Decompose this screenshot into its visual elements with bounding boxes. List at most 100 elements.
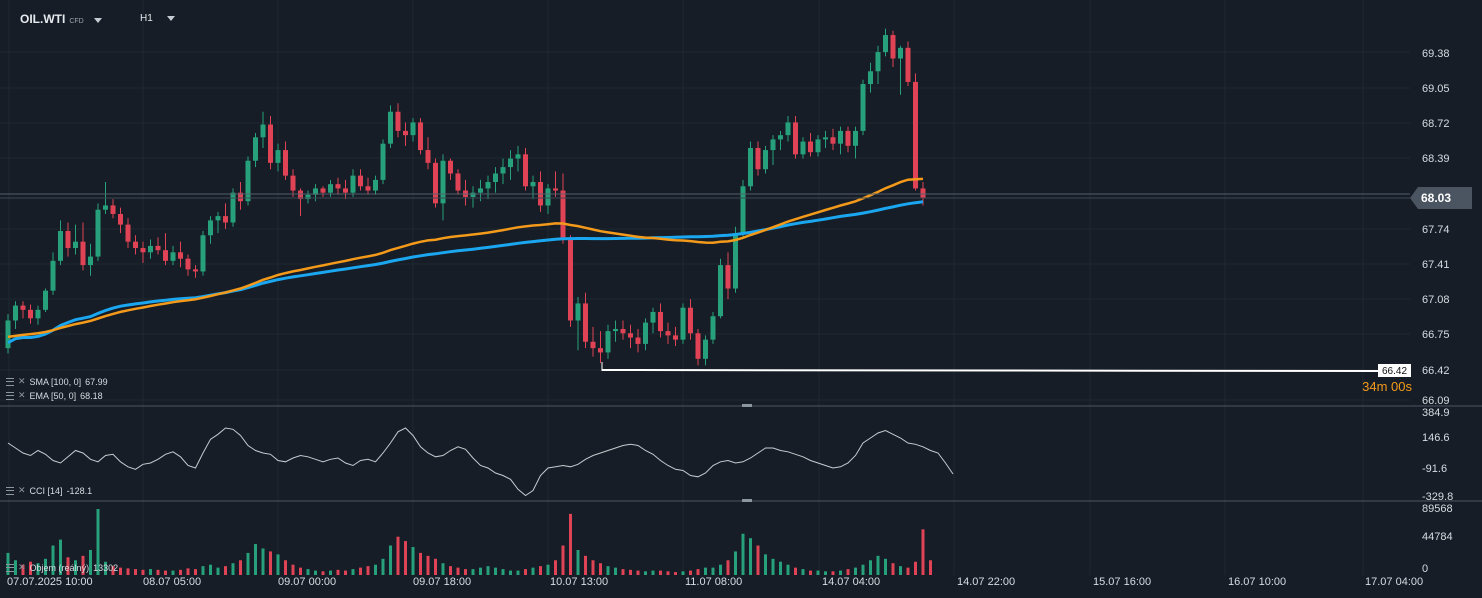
candle-body (830, 137, 836, 144)
volume-bar (396, 536, 400, 575)
trading-chart[interactable]: 66.42 34m 00s 69.3869.0568.7268.3967.746… (0, 0, 1482, 598)
svg-text:89568: 89568 (1422, 503, 1453, 515)
candle-body (665, 331, 671, 336)
volume-bar (201, 566, 205, 575)
candle-body (590, 341, 596, 349)
settings-icon[interactable] (6, 486, 14, 495)
candle-body (800, 141, 806, 155)
candle-body (350, 175, 356, 193)
candle-body (260, 124, 266, 138)
candle-body (73, 241, 78, 249)
volume-bar (464, 569, 467, 575)
price-axis-label: 67.74 (1422, 224, 1450, 236)
time-axis-label: 08.07 05:00 (143, 576, 201, 588)
volume-bar (554, 560, 557, 575)
close-icon[interactable]: ✕ (18, 376, 26, 387)
volume-bar (276, 554, 280, 575)
volume-bar (149, 569, 152, 575)
volume-bar (261, 548, 265, 575)
volume-bar (231, 563, 235, 575)
candle-body (778, 135, 783, 140)
candle-body (215, 216, 221, 221)
candle-body (283, 150, 288, 176)
legend-ema[interactable]: ✕ EMA [50, 0] 68.18 (6, 390, 103, 401)
order-line[interactable] (601, 369, 1379, 372)
settings-icon[interactable] (6, 377, 14, 386)
volume-bar (906, 567, 910, 575)
candle-body (613, 328, 618, 332)
candle-body (545, 188, 551, 206)
volume-bar (561, 545, 565, 575)
volume-bar (599, 563, 602, 575)
candle-body (875, 52, 881, 72)
candle-body (343, 188, 348, 193)
volume-bar (726, 560, 730, 575)
time-axis-label: 15.07 16:00 (1093, 576, 1151, 588)
volume-bar (929, 560, 932, 575)
volume-bar (824, 571, 827, 575)
candle-body (178, 252, 183, 259)
volume-bar (254, 544, 257, 575)
candle-body (170, 252, 176, 261)
volume-bar (689, 570, 692, 575)
candle-body (823, 137, 828, 140)
timeframe-selector[interactable]: H1 (140, 13, 175, 24)
volume-bar (209, 564, 212, 575)
candle-body (140, 248, 146, 253)
candle-body (673, 335, 678, 340)
settings-icon[interactable] (6, 391, 14, 400)
chart-grid (0, 0, 1410, 575)
candle-body (395, 111, 401, 131)
price-axis-label: 67.08 (1422, 294, 1450, 306)
volume-bars (6, 509, 932, 575)
candle-body (80, 241, 86, 266)
legend-cci[interactable]: ✕ CCI [14] -128.1 (6, 485, 92, 496)
settings-icon[interactable] (6, 563, 14, 572)
close-icon[interactable]: ✕ (18, 485, 26, 496)
volume-bar (839, 570, 842, 575)
pane-resize-handle[interactable] (742, 404, 752, 407)
volume-bar (216, 567, 220, 575)
candle-body (43, 290, 48, 310)
time-axis-label: 14.07 22:00 (957, 576, 1015, 588)
volume-bar (449, 566, 452, 575)
candle-body (253, 137, 258, 161)
volume-bar (771, 558, 775, 575)
volume-bar (681, 571, 685, 575)
candle-body (500, 167, 506, 174)
candle-body (635, 337, 641, 344)
svg-text:-91.6: -91.6 (1422, 463, 1447, 475)
volume-bar (846, 569, 850, 575)
volume-bar (186, 568, 190, 575)
volume-bar (809, 570, 812, 575)
volume-bar (876, 555, 880, 575)
volume-bar (779, 561, 782, 575)
current-price-text: 68.03 (1421, 191, 1451, 205)
candle-body (455, 173, 461, 191)
volume-bar (164, 570, 167, 575)
symbol-selector[interactable]: OIL.WTI CFD (20, 12, 102, 26)
volume-bar (156, 569, 160, 575)
candle-body (118, 213, 123, 225)
candle-body (808, 141, 813, 153)
legend-volume[interactable]: ✕ Objem (reálný) 13302 (6, 562, 118, 573)
volume-bar (764, 554, 767, 575)
legend-sma[interactable]: ✕ SMA [100, 0] 67.99 (6, 376, 108, 387)
volume-bar (284, 560, 287, 575)
close-icon[interactable]: ✕ (18, 562, 26, 573)
svg-text:384.9: 384.9 (1422, 407, 1450, 419)
candle-body (680, 307, 686, 340)
candle-body (883, 35, 888, 53)
candle-body (230, 192, 236, 223)
volume-bar (471, 569, 475, 575)
volume-bar (854, 567, 857, 575)
candle-body (785, 122, 791, 136)
pane-resize-handle[interactable] (742, 499, 752, 502)
chevron-down-icon (93, 18, 102, 23)
candle-body (50, 260, 56, 291)
close-icon[interactable]: ✕ (18, 390, 26, 401)
candle-body (793, 122, 798, 155)
candle-body (103, 205, 108, 210)
volume-bar (576, 549, 580, 575)
volume-bar (884, 558, 887, 575)
